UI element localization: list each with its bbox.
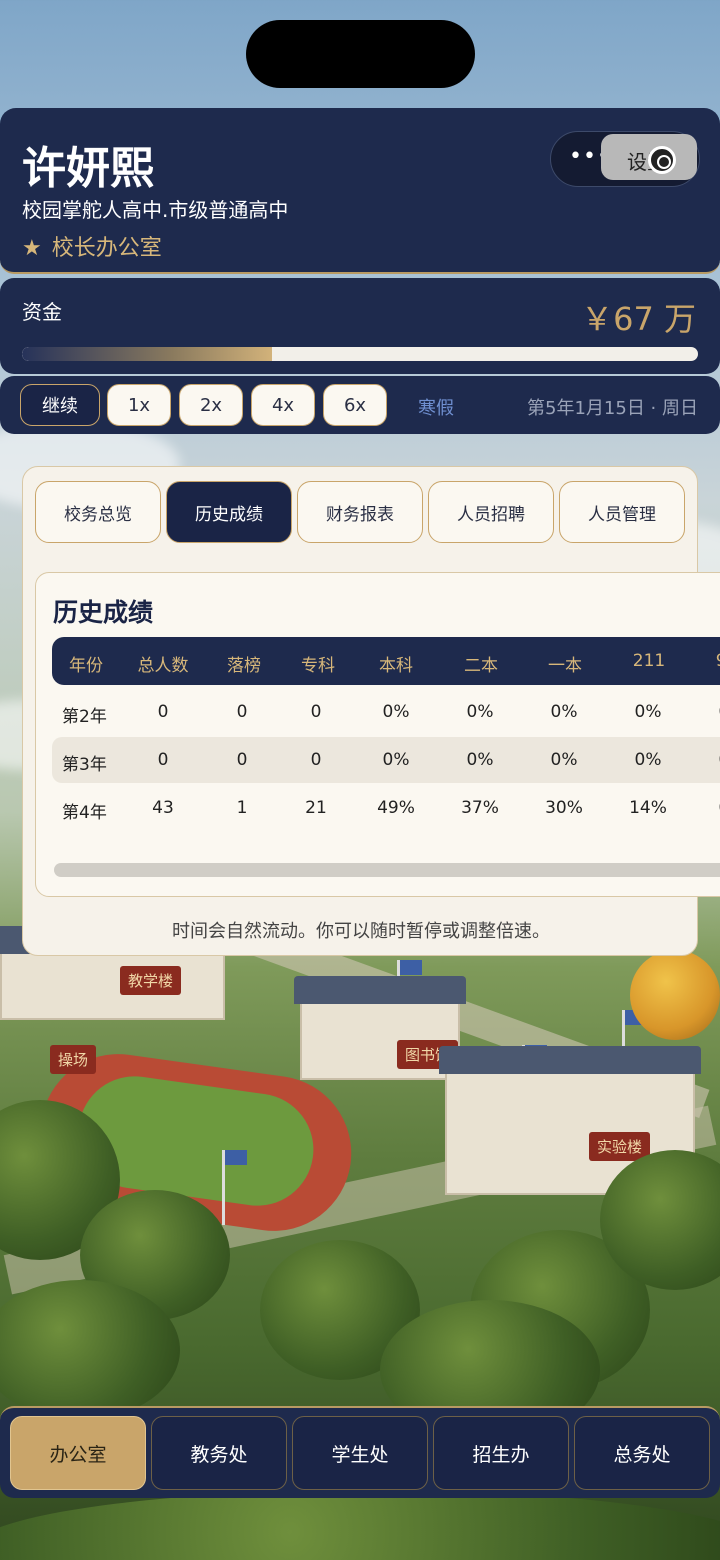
cell: 1 [236, 798, 248, 818]
cell: 0% [550, 702, 578, 722]
table-row: 第4年 43 1 21 49% 37% 30% 14% 0% [52, 785, 720, 831]
col-tier1: 一本 [548, 656, 582, 676]
tab-finance[interactable]: 财务报表 [297, 481, 423, 543]
speed-2x-button[interactable]: 2x [179, 384, 243, 426]
nav-academic[interactable]: 教务处 [151, 1416, 287, 1490]
cell: 0% [692, 702, 720, 722]
cell: 37% [461, 798, 499, 818]
continue-button[interactable]: 继续 [20, 384, 100, 426]
mini-program-capsule[interactable]: ••• 设置 [550, 131, 700, 187]
cell: 0% [692, 750, 720, 770]
history-panel[interactable]: 历史成绩 年份 总人数 落榜 专科 本科 二本 一本 211 985 第2年 0… [35, 572, 720, 897]
bottom-nav: 办公室 教务处 学生处 招生办 总务处 [0, 1406, 720, 1498]
school-subtitle: 校园掌舵人高中.市级普通高中 [22, 198, 289, 222]
col-total: 总人数 [137, 656, 189, 676]
col-211: 211 [632, 651, 666, 671]
cell: 21 [305, 798, 327, 818]
cell: 30% [545, 798, 583, 818]
cell: 0% [634, 702, 662, 722]
cell: 0% [634, 750, 662, 770]
office-label: ★ 校长办公室 [22, 230, 162, 262]
col-bachelor: 本科 [379, 656, 413, 676]
time-hint: 时间会自然流动。你可以随时暂停或调整倍速。 [172, 921, 550, 942]
cell: 0% [466, 750, 494, 770]
cell: 14% [629, 798, 667, 818]
table-header: 年份 总人数 落榜 专科 本科 二本 一本 211 985 [52, 637, 720, 685]
tab-overview[interactable]: 校务总览 [35, 481, 161, 543]
season-label: 寒假 [418, 398, 454, 419]
cell: 43 [152, 798, 174, 818]
cell: 49% [377, 798, 415, 818]
funds-value: ￥67 万 [581, 300, 696, 338]
horizontal-scrollbar[interactable] [54, 863, 720, 877]
close-circle-icon[interactable] [648, 146, 676, 174]
funds-progress-fill [22, 347, 273, 361]
col-junior-college: 专科 [301, 656, 335, 676]
cell: 0% [382, 702, 410, 722]
nav-general-affairs[interactable]: 总务处 [574, 1416, 710, 1490]
nav-students[interactable]: 学生处 [292, 1416, 428, 1490]
time-controls: 继续 1x 2x 4x 6x 寒假 第5年1月15日 · 周日 [0, 376, 720, 434]
funds-panel: 资金 ￥67 万 [0, 278, 720, 374]
funds-progress-bar [22, 347, 698, 361]
tab-recruitment[interactable]: 人员招聘 [428, 481, 554, 543]
tab-staff[interactable]: 人员管理 [559, 481, 685, 543]
tab-history[interactable]: 历史成绩 [166, 481, 292, 543]
col-failed: 落榜 [227, 656, 261, 676]
game-date: 第5年1月15日 · 周日 [527, 398, 698, 419]
school-header: 许妍熙 校园掌舵人高中.市级普通高中 ★ 校长办公室 ••• 设置 [0, 108, 720, 274]
history-title: 历史成绩 [53, 598, 154, 627]
camera-notch [246, 20, 475, 88]
office-name: 校长办公室 [51, 236, 162, 261]
cell: 0% [550, 750, 578, 770]
table-row: 第3年 0 0 0 0% 0% 0% 0% 0% [52, 737, 720, 783]
col-tier2: 二本 [464, 656, 498, 676]
principal-name: 许妍熙 [22, 143, 154, 194]
cell: 0 [157, 702, 169, 722]
cell: 0 [310, 702, 322, 722]
cell: 0 [236, 750, 248, 770]
speed-1x-button[interactable]: 1x [107, 384, 171, 426]
cell: 0 [236, 702, 248, 722]
cell: 0% [382, 750, 410, 770]
cell: 0 [157, 750, 169, 770]
star-icon: ★ [22, 236, 42, 261]
nav-admissions[interactable]: 招生办 [433, 1416, 569, 1490]
cell: 0% [466, 702, 494, 722]
cell: 0 [310, 750, 322, 770]
col-985: 985 [692, 651, 720, 671]
cell: 0% [692, 798, 720, 818]
speed-6x-button[interactable]: 6x [323, 384, 387, 426]
funds-label: 资金 [22, 300, 62, 324]
nav-office[interactable]: 办公室 [10, 1416, 146, 1490]
table-row: 第2年 0 0 0 0% 0% 0% 0% 0% [52, 689, 720, 735]
col-year: 年份 [69, 656, 103, 676]
speed-4x-button[interactable]: 4x [251, 384, 315, 426]
